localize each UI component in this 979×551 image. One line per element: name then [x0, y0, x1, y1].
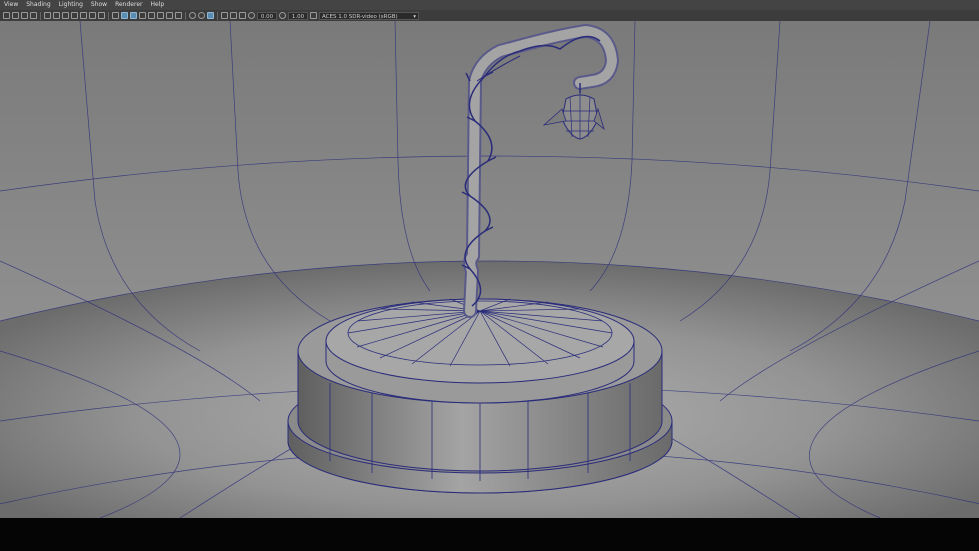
grid-icon[interactable] [44, 12, 51, 19]
xray-joints-icon[interactable] [207, 12, 214, 19]
xray-icon[interactable] [198, 12, 205, 19]
chevron-down-icon: ▾ [413, 13, 416, 20]
view-transform-icon[interactable] [310, 12, 317, 19]
gamma-reset-icon[interactable] [279, 12, 286, 19]
menu-help[interactable]: Help [146, 0, 168, 10]
menu-shading[interactable]: Shading [22, 0, 54, 10]
menu-renderer[interactable]: Renderer [111, 0, 146, 10]
isolate-select-icon[interactable] [189, 12, 196, 19]
color-space-label: ACES 1.0 SDR-video (sRGB) [322, 13, 398, 20]
panel-menu-bar: View Shading Lighting Show Renderer Help [0, 0, 979, 10]
menu-view[interactable]: View [0, 0, 22, 10]
toolbar-separator [108, 11, 109, 20]
bookmark-icon[interactable] [21, 12, 28, 19]
image-plane-icon[interactable] [30, 12, 37, 19]
pedestal-top-plate [325, 298, 635, 404]
gamma-field[interactable]: 1.00 [288, 11, 308, 20]
3d-viewport[interactable] [0, 21, 979, 518]
ambient-occlusion-icon[interactable] [166, 12, 173, 19]
safe-action-icon[interactable] [89, 12, 96, 19]
exposure-icon[interactable] [221, 12, 228, 19]
exposure-field[interactable]: 0.00 [257, 11, 277, 20]
select-camera-icon[interactable] [3, 12, 10, 19]
wireframe-on-shaded-icon[interactable] [130, 12, 137, 19]
shadows-icon[interactable] [157, 12, 164, 19]
use-all-lights-icon[interactable] [148, 12, 155, 19]
smooth-shade-icon[interactable] [121, 12, 128, 19]
motion-blur-icon[interactable] [175, 12, 182, 19]
gate-mask-icon[interactable] [71, 12, 78, 19]
wireframe-icon[interactable] [112, 12, 119, 19]
exposure-reset-icon[interactable] [248, 12, 255, 19]
gamma-icon[interactable] [230, 12, 237, 19]
field-chart-icon[interactable] [80, 12, 87, 19]
textured-icon[interactable] [139, 12, 146, 19]
color-management-icon[interactable] [239, 12, 246, 19]
toolbar-separator [217, 11, 218, 20]
letterbox-bar [0, 518, 979, 551]
safe-title-icon[interactable] [98, 12, 105, 19]
film-gate-icon[interactable] [53, 12, 60, 19]
menu-show[interactable]: Show [87, 0, 111, 10]
menu-lighting[interactable]: Lighting [55, 0, 87, 10]
color-space-dropdown[interactable]: ACES 1.0 SDR-video (sRGB) ▾ [319, 11, 419, 20]
toolbar-separator [185, 11, 186, 20]
camera-attributes-icon[interactable] [12, 12, 19, 19]
toolbar-separator [40, 11, 41, 20]
panel-toolbar: 0.00 1.00 ACES 1.0 SDR-video (sRGB) ▾ [0, 10, 979, 21]
resolution-gate-icon[interactable] [62, 12, 69, 19]
